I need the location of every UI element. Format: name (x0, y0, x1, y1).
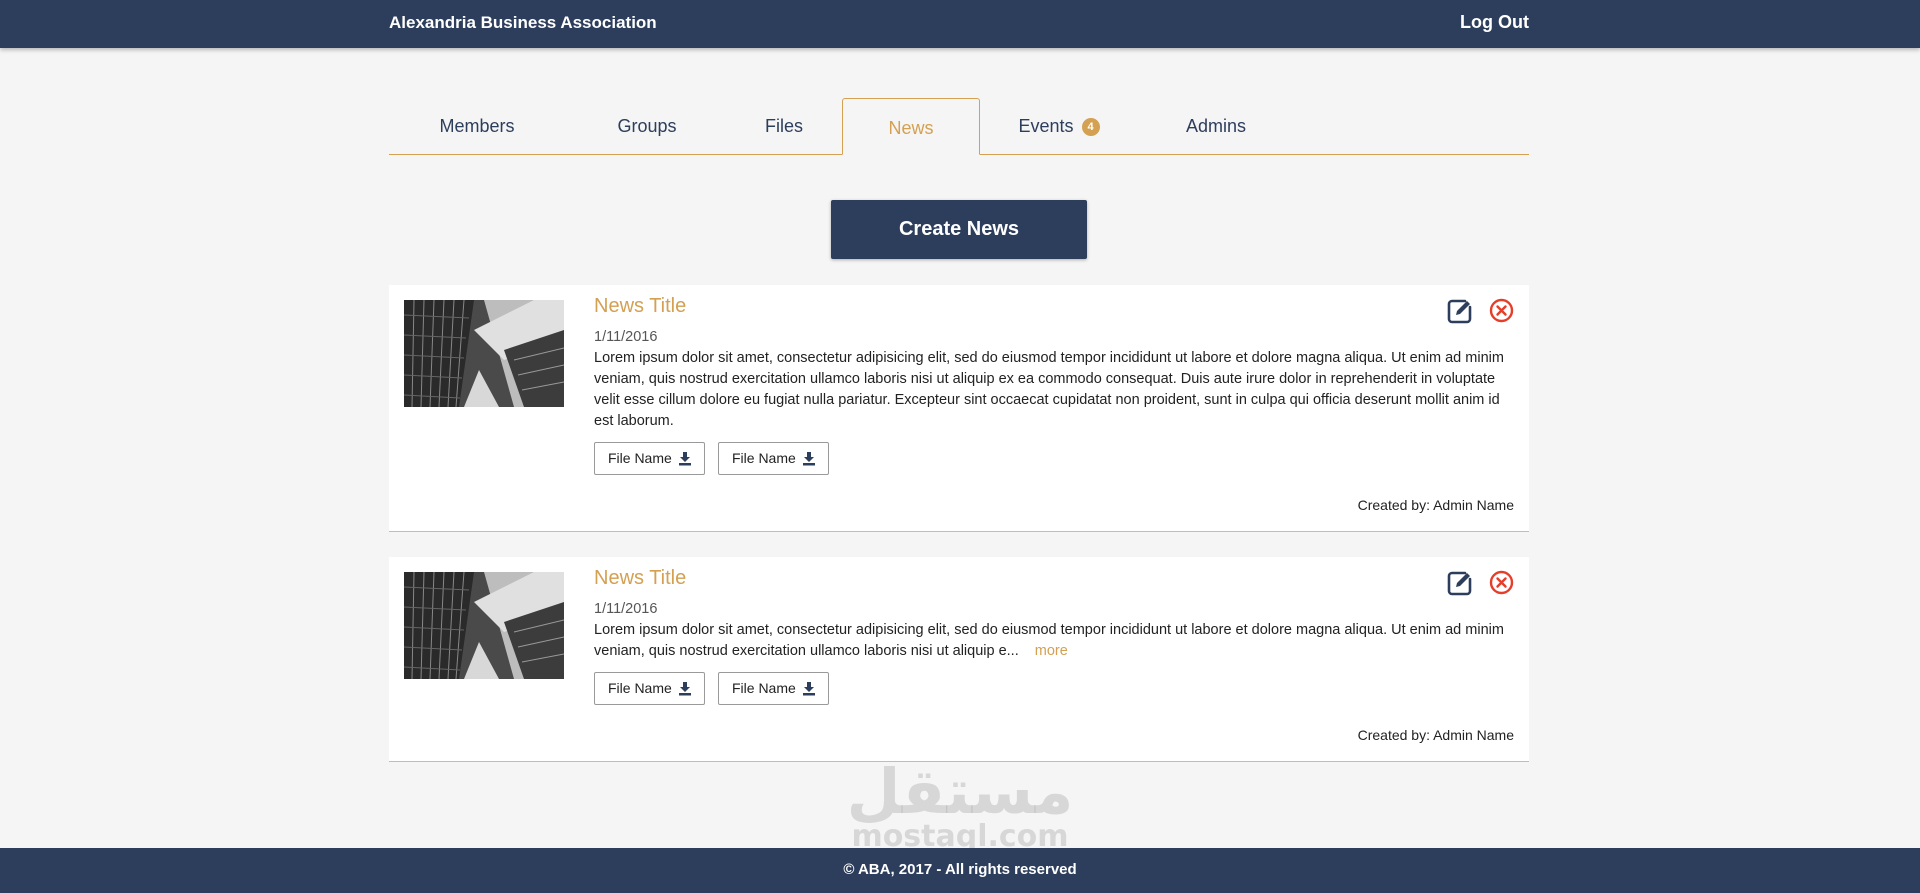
download-icon (679, 452, 691, 466)
news-card: News Title 1/11/2016 Lorem ipsum dolor s… (389, 557, 1529, 762)
tab-members[interactable]: Members (417, 97, 537, 154)
tab-admins[interactable]: Admins (1156, 97, 1276, 154)
created-by: Created by: Admin Name (1357, 497, 1514, 513)
tab-label: Files (764, 116, 803, 136)
download-icon (803, 452, 815, 466)
news-thumbnail (404, 300, 564, 407)
delete-icon[interactable] (1489, 298, 1514, 323)
tab-news[interactable]: News (842, 98, 980, 155)
tab-files[interactable]: Files (724, 97, 844, 154)
section-tabs: Members Groups Files News Events 4 Admins (389, 97, 1529, 155)
tab-label: News (888, 118, 934, 138)
news-card: News Title 1/11/2016 Lorem ipsum dolor s… (389, 285, 1529, 532)
tab-label: Events (1018, 116, 1074, 136)
tab-groups[interactable]: Groups (587, 97, 707, 154)
building-photo (404, 300, 564, 407)
created-by: Created by: Admin Name (1357, 727, 1514, 743)
news-body: Lorem ipsum dolor sit amet, consectetur … (594, 620, 1514, 662)
tab-label: Admins (1185, 116, 1247, 136)
create-news-button[interactable]: Create News (831, 200, 1087, 259)
news-date: 1/11/2016 (594, 601, 658, 617)
download-icon (803, 682, 815, 696)
tab-label: Members (439, 116, 515, 136)
file-download-button[interactable]: File Name (594, 442, 705, 475)
news-title[interactable]: News Title (594, 295, 686, 318)
delete-icon[interactable] (1489, 570, 1514, 595)
file-download-button[interactable]: File Name (718, 442, 829, 475)
news-thumbnail (404, 572, 564, 679)
brand-title[interactable]: Alexandria Business Association (389, 13, 657, 33)
file-download-button[interactable]: File Name (594, 672, 705, 705)
top-navbar: Alexandria Business Association Log Out (0, 0, 1920, 48)
edit-icon[interactable] (1446, 297, 1474, 325)
tab-events[interactable]: Events 4 (989, 97, 1129, 154)
file-download-button[interactable]: File Name (718, 672, 829, 705)
logout-link[interactable]: Log Out (1460, 12, 1529, 33)
more-link[interactable]: more (1035, 643, 1068, 659)
footer: © ABA, 2017 - All rights reserved (0, 848, 1920, 893)
file-name: File Name (732, 680, 796, 696)
news-body: Lorem ipsum dolor sit amet, consectetur … (594, 350, 1504, 429)
building-photo (404, 572, 564, 679)
news-date: 1/11/2016 (594, 329, 658, 345)
file-name: File Name (608, 450, 672, 466)
download-icon (679, 682, 691, 696)
tab-label: Groups (617, 116, 677, 136)
file-name: File Name (732, 450, 796, 466)
file-name: File Name (608, 680, 672, 696)
copyright-text: © ABA, 2017 - All rights reserved (843, 861, 1077, 878)
news-title[interactable]: News Title (594, 567, 686, 590)
edit-icon[interactable] (1446, 569, 1474, 597)
watermark-arabic: مستقل (846, 755, 1074, 828)
events-count-badge: 4 (1081, 118, 1100, 136)
